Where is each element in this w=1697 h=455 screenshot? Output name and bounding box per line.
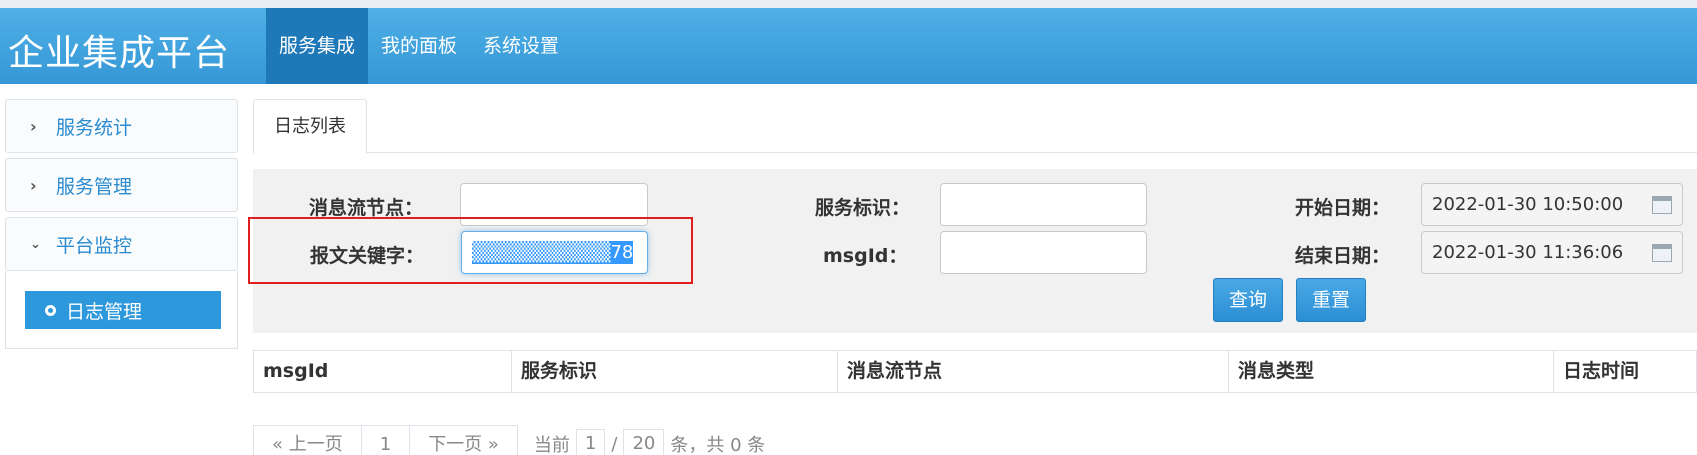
sidebar-item-label: 服务管理	[56, 175, 133, 198]
next-page-button[interactable]: 下一页 »	[409, 425, 518, 455]
calendar-icon[interactable]	[1652, 244, 1672, 262]
top-strip	[0, 0, 1697, 8]
pagination-info: 当前 1 / 20 条，共 0 条	[534, 429, 765, 455]
page-size-box[interactable]: 20	[623, 429, 665, 455]
main-nav: 服务集成 我的面板 系统设置	[266, 8, 572, 84]
tab-log-list[interactable]: 日志列表	[253, 99, 367, 154]
current-label: 当前	[533, 435, 570, 455]
reset-button[interactable]: 重置	[1296, 278, 1367, 322]
sidebar-item-service-stats[interactable]: › 服务统计	[5, 99, 238, 153]
sidebar-subitem-log-management[interactable]: 日志管理	[25, 291, 221, 329]
circle-dot-icon	[45, 304, 56, 316]
total-summary: 条，共 0 条	[670, 435, 766, 455]
prev-page-button[interactable]: « 上一页	[253, 425, 362, 455]
page-separator: /	[611, 433, 618, 455]
column-header-service-id[interactable]: 服务标识	[512, 351, 838, 392]
nav-item-my-dashboard[interactable]: 我的面板	[368, 8, 470, 84]
current-page-input[interactable]: 1	[575, 429, 606, 455]
end-date-label: 结束日期：	[1295, 245, 1391, 267]
calendar-icon[interactable]	[1652, 196, 1672, 214]
nav-item-system-settings[interactable]: 系统设置	[470, 8, 572, 84]
brand-title: 企业集成平台	[8, 33, 231, 74]
node-label: 消息流节点：	[309, 197, 424, 219]
sidebar: › 服务统计 › 服务管理 ⌄ 平台监控 日志管理	[5, 99, 238, 349]
sidebar-item-service-management[interactable]: › 服务管理	[5, 158, 238, 212]
pagination: « 上一页 1 下一页 » 当前 1 / 20 条，共 0 条	[253, 424, 765, 455]
service-id-label: 服务标识：	[815, 197, 911, 219]
top-navbar: 企业集成平台 服务集成 我的面板 系统设置	[0, 8, 1697, 84]
chevron-down-icon: ⌄	[30, 236, 41, 252]
log-table-header: msgId 服务标识 消息流节点 消息类型 日志时间	[253, 350, 1697, 393]
start-date-value: 2022-01-30 10:50:00	[1432, 194, 1624, 215]
sidebar-subitem-label: 日志管理	[66, 300, 143, 323]
end-date-value: 2022-01-30 11:36:06	[1432, 242, 1624, 263]
sidebar-subpanel: 日志管理	[5, 271, 238, 349]
service-id-input[interactable]	[940, 183, 1147, 226]
column-header-msgid[interactable]: msgId	[254, 351, 512, 392]
msgid-input[interactable]	[940, 231, 1147, 274]
nav-item-service-integration[interactable]: 服务集成	[266, 8, 369, 84]
chevron-right-icon: ›	[30, 116, 37, 136]
annotation-highlight-box	[248, 217, 693, 284]
start-date-label: 开始日期：	[1295, 197, 1391, 219]
tab-bar: 日志列表	[253, 99, 1697, 154]
start-date-field[interactable]: 2022-01-30 10:50:00	[1421, 183, 1683, 226]
sidebar-item-label: 平台监控	[56, 234, 133, 257]
chevron-right-icon: ›	[30, 175, 37, 195]
end-date-field[interactable]: 2022-01-30 11:36:06	[1421, 231, 1683, 274]
query-button[interactable]: 查询	[1213, 278, 1284, 322]
column-header-message-type[interactable]: 消息类型	[1229, 351, 1554, 392]
msgid-label: msgId：	[823, 245, 908, 267]
sidebar-item-platform-monitor[interactable]: ⌄ 平台监控	[5, 217, 238, 271]
column-header-log-time[interactable]: 日志时间	[1554, 351, 1696, 392]
page-number-button[interactable]: 1	[360, 425, 411, 455]
column-header-node[interactable]: 消息流节点	[838, 351, 1229, 392]
sidebar-item-label: 服务统计	[56, 116, 133, 139]
